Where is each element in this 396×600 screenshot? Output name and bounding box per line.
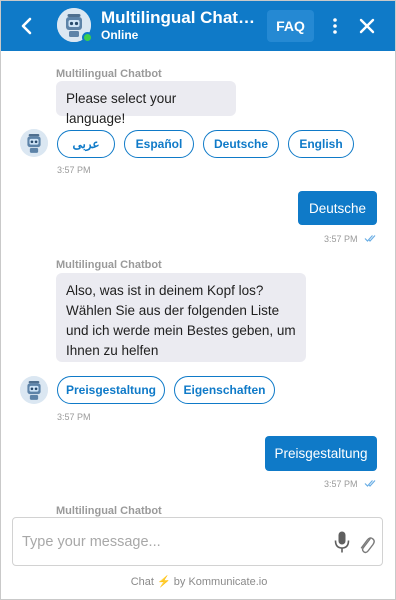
microphone-icon [334,531,350,553]
message-timestamp: 3:57 PM [57,165,91,175]
message-composer [12,517,383,566]
online-indicator [82,32,93,43]
back-arrow-icon [21,17,32,35]
bot-avatar-icon [20,129,48,157]
message-input[interactable] [22,531,312,553]
attachment-button[interactable] [357,531,375,555]
bot-name-label: Multilingual Chatbot [56,505,162,517]
bot-avatar [57,8,93,43]
quick-reply-features[interactable]: Eigenschaften [174,376,275,404]
bot-avatar [20,129,48,157]
chat-header: Multilingual Chatbot Online FAQ [1,1,395,51]
bot-avatar-icon [20,376,48,404]
user-message-bubble: Deutsche [298,191,377,225]
lightning-icon: ⚡ [157,576,171,588]
bot-message-bubble: Also, was ist in deinem Kopf los? Wählen… [56,273,306,362]
quick-reply-german[interactable]: Deutsche [203,130,279,158]
quick-reply-pricing[interactable]: Preisgestaltung [57,376,165,404]
footer-prefix: Chat [130,576,154,588]
more-options-button[interactable] [325,15,345,37]
footer-brand[interactable]: by Kommunicate.io [174,576,268,588]
microphone-button[interactable] [333,530,351,554]
faq-button[interactable]: FAQ [267,10,314,42]
quick-reply-arabic[interactable]: عربى [57,130,115,158]
paperclip-icon [360,537,375,554]
message-timestamp: 3:57 PM [57,412,91,422]
bot-name-label: Multilingual Chatbot [56,259,162,271]
chat-status: Online [101,28,139,42]
powered-by-footer: Chat ⚡ by Kommunicate.io [1,575,395,588]
quick-reply-english[interactable]: English [288,130,354,158]
bot-avatar [20,376,48,404]
back-button[interactable] [15,13,39,39]
read-ticks-icon [364,480,376,487]
bot-name-label: Multilingual Chatbot [56,68,162,80]
bot-message-bubble: Please select your language! [56,81,236,126]
close-button[interactable] [355,14,379,38]
chat-widget: Multilingual Chatbot Online FAQ Multilin… [0,0,396,600]
message-timestamp: 3:57 PM [324,479,358,489]
user-message-bubble: Preisgestaltung [265,436,377,471]
quick-reply-spanish[interactable]: Español [124,130,194,158]
message-timestamp: 3:57 PM [324,234,358,244]
read-ticks-icon [364,235,376,242]
more-vertical-icon [333,18,337,34]
chat-title: Multilingual Chatbot [101,8,261,27]
close-icon [359,18,375,34]
